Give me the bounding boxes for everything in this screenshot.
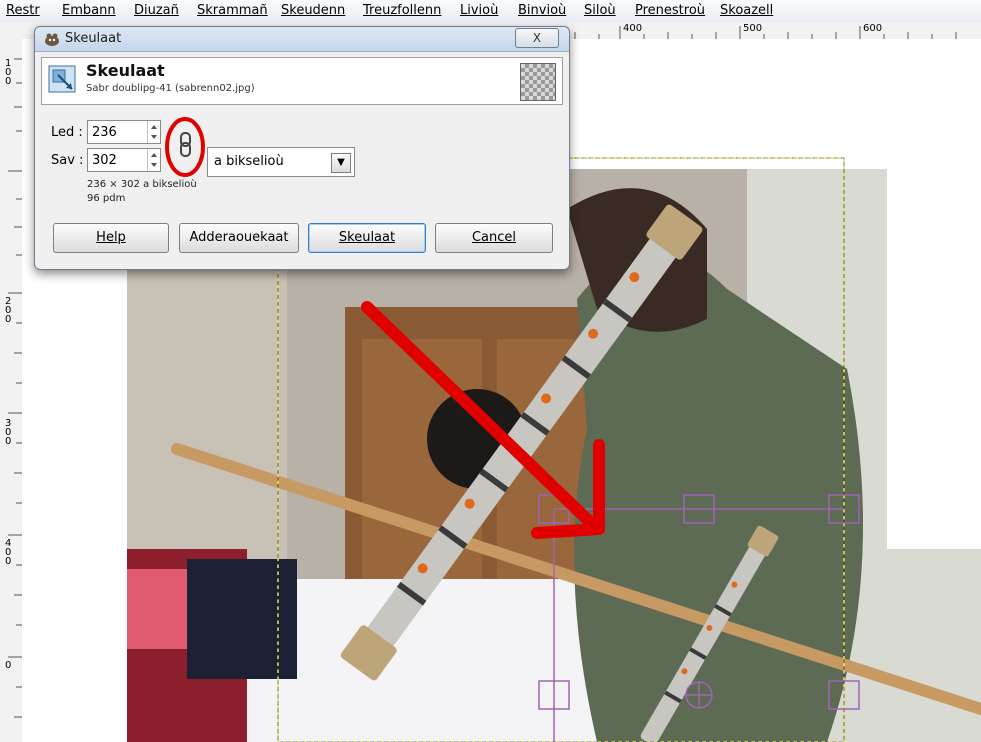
cancel-button[interactable]: Cancel (435, 223, 553, 253)
vertical-ruler[interactable]: 100 200 300 400 0 (0, 39, 23, 742)
ruler-left-label-200: 200 (5, 296, 12, 325)
dialog-titlebar[interactable]: Skeulaat X (35, 27, 569, 52)
red-circle-annotation (165, 117, 205, 177)
header-title: Skeulaat (86, 61, 165, 80)
menu-skeudenn[interactable]: Skeudenn (281, 3, 345, 18)
menu-diuzan[interactable]: Diuzañ (134, 3, 179, 18)
close-icon: X (532, 31, 542, 45)
menu-skramman[interactable]: Skrammañ (197, 3, 268, 18)
scale-dialog[interactable]: Skeulaat X Skeulaat Sabr doublipg-41 (sa… (34, 26, 570, 270)
ruler-left-label-500: 0 (5, 660, 12, 671)
scale-button[interactable]: Skeulaat (308, 223, 426, 253)
menu-restr[interactable]: Restr (6, 3, 40, 18)
height-value: 302 (92, 153, 117, 168)
help-button[interactable]: Help (53, 223, 169, 253)
ruler-left-label-100: 100 (5, 58, 12, 87)
width-input[interactable]: 236 (87, 120, 161, 144)
ruler-ticks-left (8, 58, 22, 718)
ruler-label-600: 600 (863, 23, 883, 34)
dialog-header-panel: Skeulaat Sabr doublipg-41 (sabrenn02.jpg… (41, 57, 563, 105)
menu-prenestrou[interactable]: Prenestroù (635, 3, 705, 18)
gimp-wilber-icon (45, 33, 59, 46)
red-arrow-annotation (361, 301, 605, 539)
header-subtitle: Sabr doublipg-41 (sabrenn02.jpg) (86, 83, 255, 94)
menu-binviou[interactable]: Binvioù (518, 3, 566, 18)
chevron-down-icon[interactable]: ▼ (331, 153, 351, 173)
width-value: 236 (92, 125, 117, 140)
menu-treuzfollenn[interactable]: Treuzfollenn (363, 3, 441, 18)
unit-select[interactable]: a bikselioù ▼ (207, 147, 355, 177)
menu-skoazell[interactable]: Skoazell (720, 3, 773, 18)
ruler-left-label-400: 400 (5, 538, 12, 567)
ruler-label-500: 500 (743, 23, 763, 34)
unit-select-value: a bikselioù (214, 154, 284, 169)
dialog-title: Skeulaat (65, 31, 122, 46)
reset-button[interactable]: Adderaouekaat (179, 223, 299, 253)
ruler-left-label-300: 300 (5, 418, 12, 447)
menu-liviou[interactable]: Livioù (460, 3, 498, 18)
close-button[interactable]: X (515, 28, 559, 48)
ruler-label-400: 400 (623, 23, 643, 34)
height-input[interactable]: 302 (87, 148, 161, 172)
width-label: Led : (51, 125, 83, 140)
menu-embann[interactable]: Embann (62, 3, 116, 18)
height-label: Sav : (51, 153, 84, 168)
menu-silou[interactable]: Siloù (584, 3, 616, 18)
dpi-info: 96 pdm (87, 193, 126, 204)
scale-image-icon (48, 65, 76, 93)
menu-bar: Restr Embann Diuzañ Skrammañ Skeudenn Tr… (0, 0, 981, 23)
layer-preview-thumbnail (520, 63, 556, 101)
